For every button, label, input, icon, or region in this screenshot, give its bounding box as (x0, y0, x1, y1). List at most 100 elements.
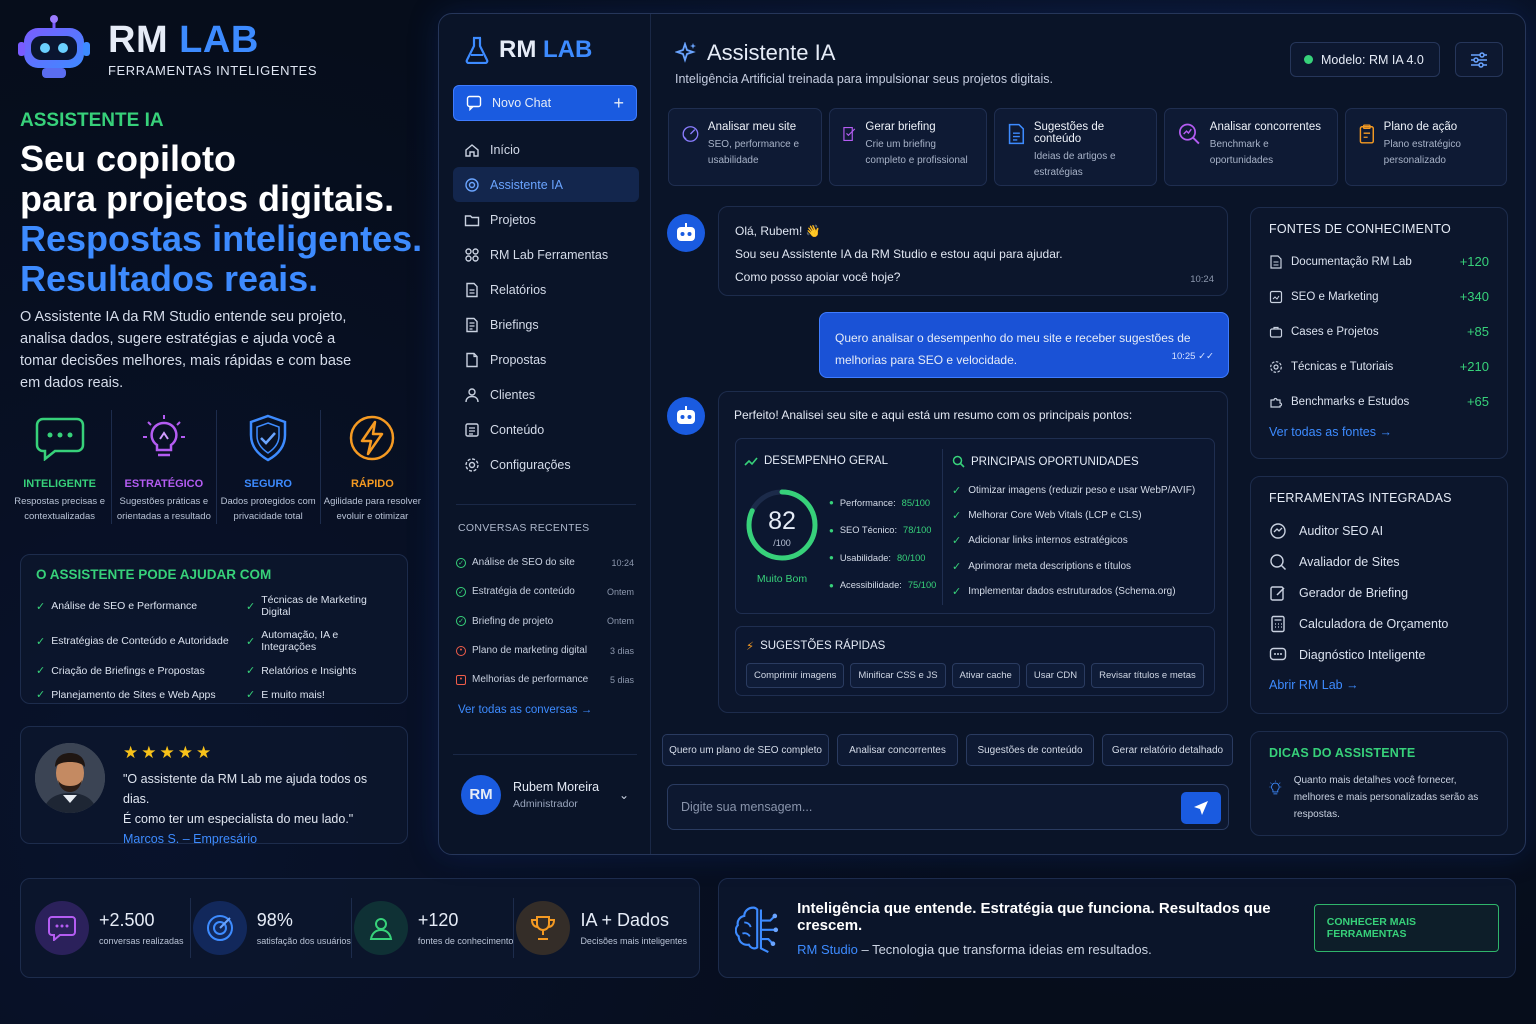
source-label: Documentação RM Lab (1291, 255, 1412, 268)
check-circle-icon: ✓ (456, 616, 466, 627)
recent-item[interactable]: ✓ Análise de SEO do site 10:24 (456, 548, 634, 577)
tool-item[interactable]: Gerador de Briefing (1269, 577, 1489, 608)
check-icon: ✓ (952, 510, 962, 523)
recent-item[interactable]: ✓ Briefing de projeto Ontem (456, 607, 634, 636)
quick-action-desc: Crie um briefing completo e profissional (865, 139, 968, 166)
recent-item[interactable]: • Melhorias de performance 5 dias (456, 665, 634, 694)
shield-icon (249, 414, 287, 462)
help-item-label: Estratégias de Conteúdo e Autoridade (51, 635, 229, 647)
help-item-label: Planejamento de Sites e Web Apps (51, 688, 216, 701)
search-icon (1270, 553, 1287, 570)
source-item[interactable]: Cases e Projetos +85 (1269, 314, 1489, 349)
tool-item[interactable]: Auditor SEO AI (1269, 515, 1489, 546)
suggestion-chip[interactable]: Minificar CSS e JS (850, 663, 946, 688)
new-chat-button[interactable]: Novo Chat + (453, 85, 637, 121)
suggestion-chip[interactable]: Comprimir imagens (746, 663, 845, 688)
message-input[interactable]: Digite sua mensagem... (667, 784, 1229, 830)
sidebar-item-ferramentas[interactable]: RM Lab Ferramentas (453, 237, 639, 272)
sidebar-item-briefings[interactable]: Briefings (453, 307, 639, 342)
recent-item[interactable]: ✓ Estratégia de conteúdo Ontem (456, 577, 634, 606)
hero-description: O Assistente IA da RM Studio entende seu… (20, 309, 352, 391)
source-label: Técnicas e Tutoriais (1291, 360, 1394, 373)
more-tools-button[interactable]: CONHECER MAIS FERRAMENTAS (1313, 904, 1499, 952)
tool-label: Auditor SEO AI (1299, 523, 1384, 538)
content-icon (465, 422, 479, 437)
source-item[interactable]: Técnicas e Tutoriais +210 (1269, 349, 1489, 384)
document-icon (1270, 254, 1282, 269)
plus-icon: + (613, 93, 624, 113)
all-conversations-link[interactable]: Ver todas as conversas → (458, 704, 592, 716)
feature-desc: Respostas precisas e contextualizadas (14, 496, 106, 522)
sidebar-item-inicio[interactable]: Início (453, 132, 639, 167)
all-sources-link[interactable]: Ver todas as fontes → (1269, 425, 1489, 439)
tool-label: Gerador de Briefing (1299, 585, 1409, 600)
trophy-icon (531, 916, 556, 940)
quick-action-content[interactable]: Sugestões de conteúdo Ideias de artigos e… (994, 108, 1157, 186)
prompt-chip[interactable]: Sugestões de conteúdo (966, 734, 1094, 766)
quick-action-analyze-site[interactable]: Analisar meu site SEO, performance e usab… (668, 108, 822, 186)
quick-action-desc: Ideias de artigos e estratégias (1033, 151, 1116, 178)
sidebar-brand-lab: LAB (543, 36, 593, 63)
prompt-chip[interactable]: Gerar relatório detalhado (1102, 734, 1233, 766)
sidebar-item-projetos[interactable]: Projetos (453, 202, 639, 237)
chevron-down-icon[interactable]: ⌄ (619, 788, 629, 802)
help-item: ✓ Estratégias de Conteúdo e Autoridade (36, 629, 246, 653)
tool-item[interactable]: Calculadora de Orçamento (1269, 608, 1489, 639)
performance-panel: DESEMPENHO GERAL 82 /100 Muito Bom ● Perf… (735, 438, 1215, 614)
metric-row: ● Usabilidade: 80/100 (829, 552, 926, 563)
source-count: +210 (1459, 359, 1489, 374)
help-item-label: Relatórios e Insights (261, 664, 357, 677)
suggestion-chip[interactable]: Ativar cache (951, 663, 1020, 688)
tool-item[interactable]: Diagnóstico Inteligente (1269, 639, 1489, 670)
help-item: ✓ Técnicas de Marketing Digital (246, 594, 392, 618)
check-icon: ✓ (246, 665, 256, 677)
source-item[interactable]: Documentação RM Lab +120 (1269, 244, 1489, 279)
arrow-right-icon: → (580, 704, 593, 716)
greeting-line-3: Como posso apoiar você hoje? (735, 270, 901, 284)
tips-body: Quanto mais detalhes você fornecer, melh… (1269, 772, 1489, 823)
recent-title-text: Plano de marketing digital (472, 645, 588, 657)
source-label: Cases e Projetos (1291, 325, 1379, 338)
greeting-line-1: Olá, Rubem! 👋 (735, 224, 821, 238)
send-button[interactable] (1181, 792, 1221, 824)
check-icon: ✓ (952, 535, 962, 548)
help-item: ✓ Análise de SEO e Performance (36, 594, 246, 618)
metric-label: Acessibilidade: (839, 580, 902, 591)
brain-circuit-icon (735, 906, 779, 954)
sidebar-item-propostas[interactable]: Propostas (453, 342, 639, 377)
metric-row: ● Performance: 85/100 (829, 497, 931, 508)
sidebar-item-configuracoes[interactable]: Configurações (453, 447, 639, 482)
clipboard-icon (1359, 124, 1374, 144)
quick-action-title: Plano de ação (1383, 121, 1458, 133)
sidebar-item-label: Projetos (490, 212, 536, 227)
open-rm-lab-link[interactable]: Abrir RM Lab → (1269, 678, 1489, 692)
chat-dots-icon (1269, 647, 1287, 660)
prompt-chip[interactable]: Quero um plano de SEO completo (662, 734, 829, 766)
sidebar-item-relatorios[interactable]: Relatórios (453, 272, 639, 307)
check-icon: ✓ (246, 689, 256, 701)
sidebar-item-clientes[interactable]: Clientes (453, 377, 639, 412)
suggestion-chip[interactable]: Revisar títulos e metas (1091, 663, 1204, 688)
seo-icon (1270, 522, 1286, 539)
quick-action-action-plan[interactable]: Plano de ação Plano estratégico personali… (1345, 108, 1507, 186)
recent-title-text: Estratégia de conteúdo (472, 586, 575, 598)
settings-sliders-button[interactable] (1455, 42, 1503, 77)
recent-item[interactable]: • Plano de marketing digital 3 dias (456, 636, 634, 665)
model-selector[interactable]: Modelo: RM IA 4.0 (1290, 42, 1440, 77)
opportunity-item: ✓ Implementar dados estruturados (Schema.… (952, 579, 1214, 604)
source-item[interactable]: SEO e Marketing +340 (1269, 279, 1489, 314)
tool-item[interactable]: Avaliador de Sites (1269, 546, 1489, 577)
message-input-placeholder: Digite sua mensagem... (681, 800, 813, 814)
suggestion-chip[interactable]: Usar CDN (1025, 663, 1086, 688)
quick-action-briefing[interactable]: Gerar briefing Crie um briefing completo … (829, 108, 987, 186)
status-dot (1304, 55, 1313, 64)
quick-action-competitors[interactable]: Analisar concorrentes Benchmark e oportun… (1164, 108, 1338, 186)
hero-line-1: Seu copiloto (20, 138, 236, 179)
user-profile[interactable]: RM Rubem Moreira Administrador ⌄ (453, 754, 637, 834)
sidebar-item-conteudo[interactable]: Conteúdo (453, 412, 639, 447)
help-item: ✓ E muito mais! (246, 688, 392, 702)
sidebar-item-assistente-ia[interactable]: Assistente IA (453, 167, 639, 202)
source-item[interactable]: Benchmarks e Estudos +65 (1269, 384, 1489, 419)
testimonial-author: Marcos S. – Empresário (123, 832, 258, 846)
prompt-chip[interactable]: Analisar concorrentes (837, 734, 958, 766)
